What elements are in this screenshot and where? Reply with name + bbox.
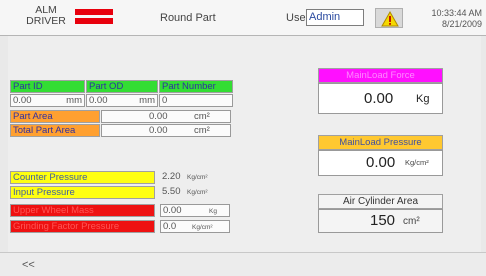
warning-button[interactable]: [375, 8, 403, 28]
part-od-unit: mm: [139, 95, 155, 106]
mainload-force-value: 0.00: [364, 90, 394, 107]
alarm-driver-line2: DRIVER: [26, 15, 66, 27]
part-area-field: 0.00 cm²: [101, 110, 231, 123]
mainload-pressure-label: MainLoad Pressure: [318, 135, 443, 150]
input-pressure-value: 5.50: [162, 186, 181, 197]
mainload-pressure-value: 0.00: [366, 154, 396, 171]
part-id-unit: mm: [66, 95, 82, 106]
part-id-header: Part ID: [10, 80, 85, 93]
upper-wheel-mass-value: 0.00: [163, 205, 182, 216]
air-cylinder-area-value: 150: [370, 212, 396, 229]
air-cylinder-area-unit: cm²: [403, 216, 420, 227]
upper-wheel-mass-field[interactable]: 0.00 Kg: [160, 204, 230, 217]
part-area-label: Part Area: [10, 110, 100, 123]
alarm-driver-label[interactable]: ALM DRIVER: [22, 5, 70, 27]
part-number-value: 0: [162, 95, 168, 106]
mainload-pressure-unit: Kg/cm²: [405, 158, 429, 167]
warning-triangle-icon: [381, 11, 399, 27]
back-button[interactable]: <<: [22, 259, 35, 271]
grinding-factor-label: Grinding Factor Pressure: [10, 220, 155, 233]
part-id-value: 0.00: [13, 95, 32, 106]
part-area-value: 0.00: [149, 111, 168, 122]
part-od-value: 0.00: [89, 95, 108, 106]
input-pressure-unit: Kg/cm²: [187, 189, 208, 196]
part-id-field[interactable]: 0.00 mm: [10, 94, 85, 107]
clock-date: 8/21/2009: [441, 19, 482, 29]
part-od-field[interactable]: 0.00 mm: [86, 94, 158, 107]
total-part-area-field: 0.00 cm²: [101, 124, 231, 137]
upper-wheel-mass-label: Upper Wheel Mass: [10, 204, 155, 217]
total-part-area-unit: cm²: [194, 125, 210, 136]
mainload-force-label: MainLoad Force: [318, 68, 443, 83]
mainload-force-display: 0.00 Kg: [318, 83, 443, 114]
clock-time: 10:33:44 AM: [431, 8, 482, 18]
total-part-area-label: Total Part Area: [10, 124, 100, 137]
input-pressure-label: Input Pressure: [10, 186, 155, 199]
mainload-force-unit: Kg: [416, 93, 430, 105]
counter-pressure-unit: Kg/cm²: [187, 174, 208, 181]
air-cylinder-area-display: 150 cm²: [318, 209, 443, 233]
part-number-header: Part Number: [159, 80, 233, 93]
page-title: Round Part: [160, 12, 216, 24]
alarm-driver-icon[interactable]: [75, 9, 113, 25]
grinding-factor-field[interactable]: 0.0 Kg/cm²: [160, 220, 230, 233]
grinding-factor-value: 0.0: [163, 221, 177, 232]
upper-wheel-mass-unit: Kg: [209, 208, 217, 215]
air-cylinder-area-label: Air Cylinder Area: [318, 194, 443, 209]
user-field[interactable]: Admin: [306, 9, 364, 26]
part-area-unit: cm²: [194, 111, 210, 122]
counter-pressure-label: Counter Pressure: [10, 171, 155, 184]
footer-bar: [0, 252, 486, 276]
mainload-pressure-display: 0.00 Kg/cm²: [318, 150, 443, 176]
header-bar: [0, 0, 486, 36]
part-number-field[interactable]: 0: [159, 94, 233, 107]
counter-pressure-value: 2.20: [162, 171, 181, 182]
total-part-area-value: 0.00: [149, 125, 168, 136]
grinding-factor-unit: Kg/cm²: [192, 224, 213, 231]
part-od-header: Part OD: [86, 80, 158, 93]
